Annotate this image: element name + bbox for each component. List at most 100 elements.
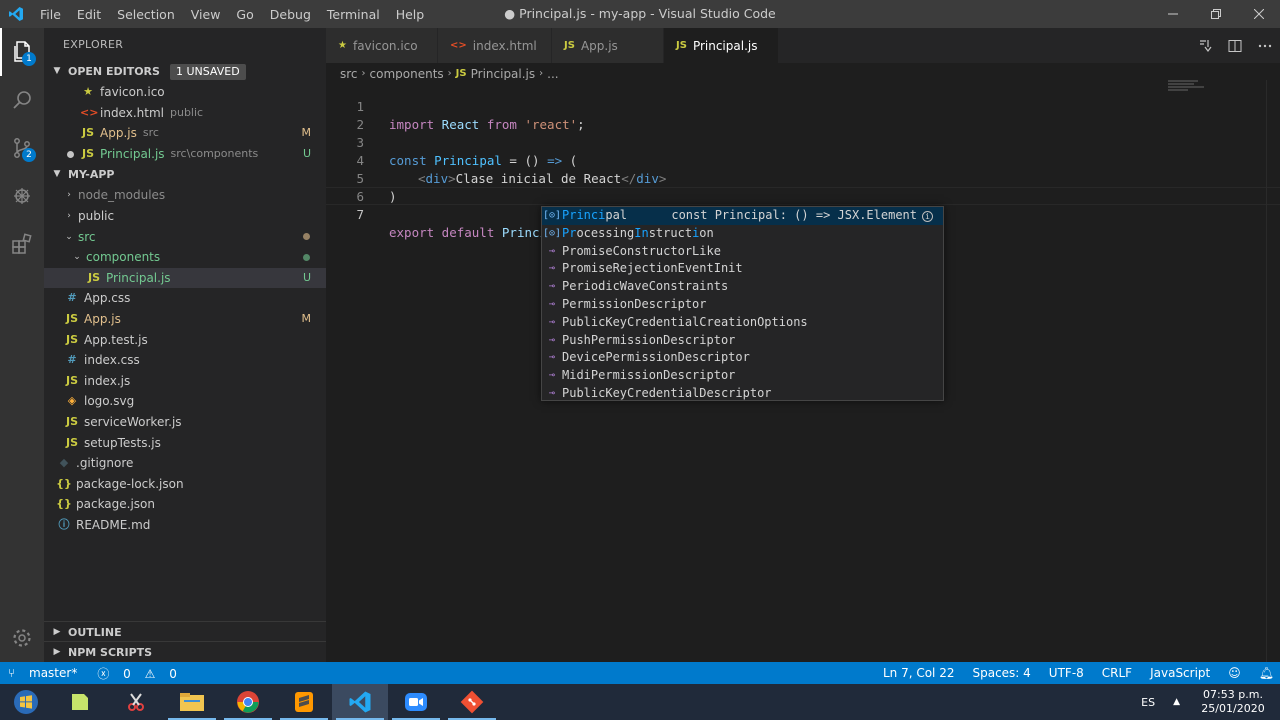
tree-folder-node-modules[interactable]: › node_modules bbox=[44, 185, 326, 206]
source-control-icon[interactable]: 2 bbox=[0, 124, 44, 172]
open-changes-icon[interactable] bbox=[1190, 38, 1220, 54]
tree-file-index-js[interactable]: JS index.js bbox=[44, 371, 326, 392]
tab-favicon[interactable]: ★ favicon.ico bbox=[326, 28, 438, 63]
open-editor-principal-js[interactable]: JS Principal.js src\components U bbox=[44, 144, 326, 165]
git-branch-icon: ⑂ bbox=[8, 666, 20, 680]
tab-app-js[interactable]: JS App.js bbox=[552, 28, 664, 63]
js-file-icon: JS bbox=[81, 146, 94, 160]
status-bar: ⑂ master* ⓧ 0 ⚠ 0 Ln 7, Col 22 Spaces: 4… bbox=[0, 662, 1280, 684]
taskbar-app-sublime-icon[interactable] bbox=[276, 684, 332, 720]
menu-view[interactable]: View bbox=[183, 7, 229, 22]
npm-scripts-header[interactable]: ▶ NPM SCRIPTS bbox=[44, 641, 326, 662]
tree-file-serviceworker-js[interactable]: JS serviceWorker.js bbox=[44, 412, 326, 433]
tab-index-html[interactable]: <> index.html bbox=[438, 28, 552, 63]
menu-terminal[interactable]: Terminal bbox=[319, 7, 388, 22]
project-header[interactable]: ▼ MY-APP bbox=[44, 164, 326, 185]
taskbar-app-file-explorer-icon[interactable] bbox=[164, 684, 220, 720]
outline-header[interactable]: ▶ OUTLINE bbox=[44, 621, 326, 642]
menu-edit[interactable]: Edit bbox=[69, 7, 109, 22]
tree-file-logo-svg[interactable]: ◈ logo.svg bbox=[44, 391, 326, 412]
menu-debug[interactable]: Debug bbox=[262, 7, 319, 22]
suggestion-item-focused[interactable]: [⊙] Principal const Principal: () => JSX… bbox=[542, 207, 943, 225]
branch-name: master* bbox=[29, 666, 78, 680]
project-label: MY-APP bbox=[68, 168, 115, 182]
open-editors-header[interactable]: ▼ OPEN EDITORS 1 UNSAVED bbox=[44, 61, 326, 82]
tree-file-app-js[interactable]: JS App.js M bbox=[44, 309, 326, 330]
suggestion-item[interactable]: ⊸ PromiseConstructorLike bbox=[542, 243, 943, 261]
minimize-icon[interactable] bbox=[1151, 0, 1194, 28]
system-clock[interactable]: 07:53 p.m. 25/01/2020 bbox=[1198, 688, 1268, 716]
suggestion-item[interactable]: ⊸ PermissionDescriptor bbox=[542, 296, 943, 314]
suggestion-item[interactable]: ⊸ PushPermissionDescriptor bbox=[542, 332, 943, 350]
taskbar-app-chrome-icon[interactable] bbox=[220, 684, 276, 720]
extensions-icon[interactable] bbox=[0, 220, 44, 268]
interface-icon: ⊸ bbox=[548, 281, 556, 293]
tree-file-gitignore[interactable]: ◆ .gitignore bbox=[44, 453, 326, 474]
tree-item-label: node_modules bbox=[78, 188, 166, 203]
minimap[interactable] bbox=[1168, 80, 1266, 100]
taskbar-app-vscode-icon[interactable] bbox=[332, 684, 388, 720]
vertical-scrollbar[interactable] bbox=[1266, 80, 1280, 662]
tree-folder-components[interactable]: ⌄ components bbox=[44, 247, 326, 268]
suggestion-item[interactable]: ⊸ PeriodicWaveConstraints bbox=[542, 278, 943, 296]
close-icon[interactable] bbox=[1237, 0, 1280, 28]
notifications-bell-icon[interactable]: 🔔︎ bbox=[1259, 666, 1274, 680]
suggestion-item[interactable]: ⊸ PromiseRejectionEventInit bbox=[542, 260, 943, 278]
menu-selection[interactable]: Selection bbox=[109, 7, 183, 22]
feedback-smiley-icon[interactable]: ☺ bbox=[1228, 666, 1241, 680]
tree-file-package-json[interactable]: {} package.json bbox=[44, 494, 326, 515]
taskbar-app-notes-icon[interactable] bbox=[52, 684, 108, 720]
explorer-icon[interactable]: 1 bbox=[0, 28, 44, 76]
tree-file-setuptests-js[interactable]: JS setupTests.js bbox=[44, 433, 326, 454]
tree-file-package-lock-json[interactable]: {} package-lock.json bbox=[44, 474, 326, 495]
json-file-icon: {} bbox=[56, 476, 72, 490]
menu-file[interactable]: File bbox=[32, 7, 69, 22]
language-mode[interactable]: JavaScript bbox=[1150, 666, 1210, 680]
menu-go[interactable]: Go bbox=[228, 7, 261, 22]
suggestion-item[interactable]: ⊸ PublicKeyCredentialCreationOptions bbox=[542, 314, 943, 332]
branch-indicator[interactable]: ⑂ master* bbox=[8, 666, 87, 680]
tree-folder-public[interactable]: › public bbox=[44, 206, 326, 227]
tree-file-app-test-js[interactable]: JS App.test.js bbox=[44, 330, 326, 351]
open-editor-favicon[interactable]: ★ favicon.ico bbox=[44, 82, 326, 103]
restore-icon[interactable] bbox=[1194, 0, 1237, 28]
taskbar-app-git-icon[interactable] bbox=[444, 684, 500, 720]
cursor-position[interactable]: Ln 7, Col 22 bbox=[883, 666, 955, 680]
open-editor-label: Principal.js bbox=[100, 146, 165, 161]
menu-help[interactable]: Help bbox=[388, 7, 433, 22]
tree-file-index-css[interactable]: # index.css bbox=[44, 350, 326, 371]
tree-item-label: index.css bbox=[84, 353, 140, 368]
info-icon[interactable]: i bbox=[922, 211, 933, 222]
js-file-icon: JS bbox=[564, 40, 575, 51]
encoding[interactable]: UTF-8 bbox=[1049, 666, 1084, 680]
suggestion-item[interactable]: [⊙] ProcessingInstruction bbox=[542, 225, 943, 243]
open-editor-index-html[interactable]: <> index.html public bbox=[44, 103, 326, 124]
js-file-icon: JS bbox=[65, 435, 78, 449]
tray-expand-icon[interactable]: ▲ bbox=[1173, 697, 1180, 707]
line-ending[interactable]: CRLF bbox=[1102, 666, 1132, 680]
taskbar-app-snipping-icon[interactable] bbox=[108, 684, 164, 720]
tree-folder-src[interactable]: ⌄ src bbox=[44, 227, 326, 248]
suggestion-item[interactable]: ⊸ DevicePermissionDescriptor bbox=[542, 349, 943, 367]
open-editor-app-js[interactable]: JS App.js src M bbox=[44, 123, 326, 144]
input-language[interactable]: ES bbox=[1141, 696, 1155, 709]
tab-principal-js[interactable]: JS Principal.js bbox=[664, 28, 779, 63]
problems-indicator[interactable]: ⓧ 0 ⚠ 0 bbox=[97, 665, 187, 682]
suggestion-item[interactable]: ⊸ MidiPermissionDescriptor bbox=[542, 367, 943, 385]
tree-file-readme-md[interactable]: ⓘ README.md bbox=[44, 515, 326, 536]
indentation[interactable]: Spaces: 4 bbox=[972, 666, 1030, 680]
split-editor-icon[interactable] bbox=[1220, 38, 1250, 54]
suggestion-item[interactable]: ⊸ PublicKeyCredentialDescriptor bbox=[542, 385, 943, 403]
unsaved-dot-icon[interactable] bbox=[64, 148, 76, 160]
code-line-current: 7 export default Princi bbox=[326, 187, 1280, 242]
tree-file-app-css[interactable]: # App.css bbox=[44, 288, 326, 309]
debug-icon[interactable] bbox=[0, 172, 44, 220]
taskbar-app-zoom-icon[interactable] bbox=[388, 684, 444, 720]
chevron-down-icon: ⌄ bbox=[73, 252, 81, 263]
windows-start-icon[interactable] bbox=[0, 684, 52, 720]
tree-file-principal-js[interactable]: JS Principal.js U bbox=[44, 267, 326, 289]
search-icon[interactable] bbox=[0, 76, 44, 124]
more-actions-icon[interactable] bbox=[1250, 38, 1280, 54]
settings-gear-icon[interactable] bbox=[0, 614, 44, 662]
tab-label: App.js bbox=[580, 38, 618, 53]
